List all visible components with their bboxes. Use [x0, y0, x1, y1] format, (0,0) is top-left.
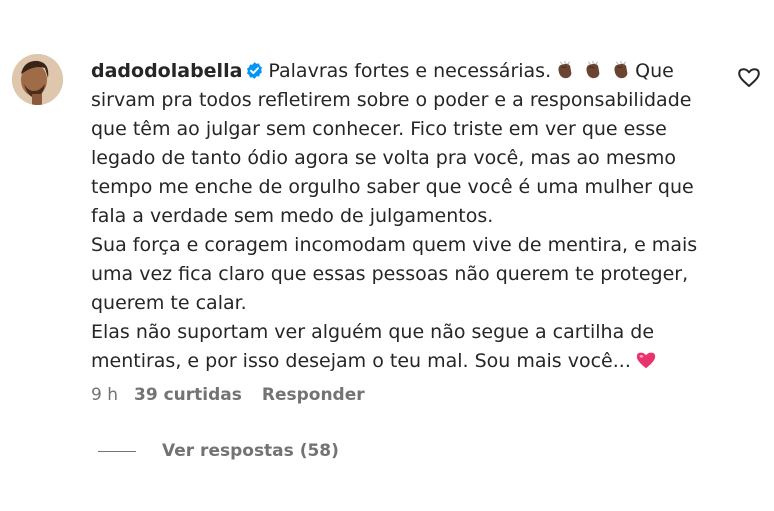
reply-button[interactable]: Responder — [262, 385, 365, 405]
clapping-hands-emoji-1 — [558, 60, 572, 79]
replies-divider-line — [98, 450, 136, 452]
comment-text-part-2: Que sirvam pra todos refletirem sobre o … — [91, 60, 694, 227]
comment-body: dadodolabella Palavras fortes e necessári… — [91, 57, 731, 376]
comment-text-part-3: Sua força e coragem incomodam quem vive … — [91, 234, 698, 314]
likes-count[interactable]: 39 curtidas — [134, 385, 242, 405]
username[interactable]: dadodolabella — [91, 60, 242, 82]
comment-text: dadodolabella Palavras fortes e necessári… — [91, 57, 731, 376]
comment-text-part-4: Elas não suportam ver alguém que não seg… — [91, 321, 655, 372]
comment-meta: 9 h 39 curtidas Responder — [91, 382, 365, 408]
avatar-image — [12, 54, 63, 105]
heart-outline-icon[interactable] — [737, 66, 761, 88]
view-replies-label: Ver respostas (58) — [162, 441, 339, 461]
pink-heart-emoji — [636, 352, 656, 369]
verified-badge-icon — [247, 62, 263, 79]
comment-time: 9 h — [91, 385, 118, 405]
view-replies-button[interactable]: Ver respostas (58) — [98, 438, 339, 464]
avatar[interactable] — [12, 54, 63, 105]
clapping-hands-emoji-3 — [614, 60, 628, 79]
clapping-hands-emoji-2 — [586, 60, 600, 79]
comment: dadodolabella Palavras fortes e necessári… — [0, 0, 774, 511]
comment-text-part-1: Palavras fortes e necessárias. — [268, 60, 552, 82]
